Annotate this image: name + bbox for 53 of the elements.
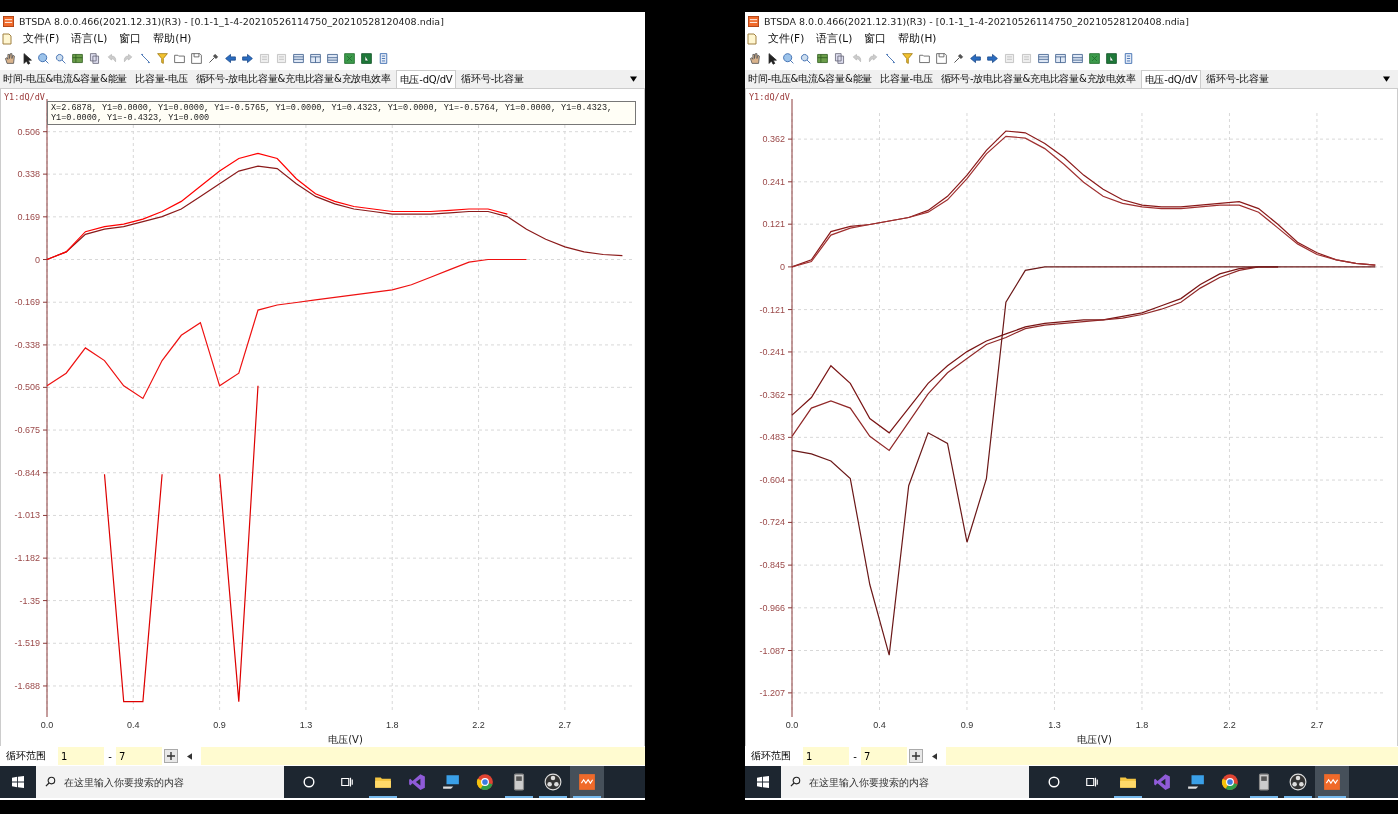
axis-tick-label: -0.966 (759, 602, 785, 613)
axis-title: 电压(V) (328, 734, 363, 745)
axis-tick-label: 0.0 (785, 720, 799, 730)
axis-tick-label: 0.362 (762, 134, 785, 145)
range-label: 循环范围 (5, 749, 47, 763)
axis-tick-label: -0.483 (759, 432, 785, 443)
axis-tick-label: 0 (780, 261, 785, 272)
axis-tick-label: -0.121 (759, 304, 785, 315)
axis-tick-label: 0.0 (40, 720, 54, 730)
axis-tick-label: 2.2 (472, 720, 485, 730)
axis-tick-label: -1.35 (19, 595, 40, 606)
axis-tick-label: -0.604 (759, 475, 785, 486)
axis-tick-label: -1.182 (14, 553, 40, 564)
axis-tick-label: -0.845 (759, 560, 785, 571)
axis-tick-label: 1.3 (1048, 720, 1061, 730)
axis-tick-label: 0.9 (960, 720, 974, 730)
axis-tick-label: -0.844 (14, 467, 40, 478)
axis-tick-label: 1.8 (1135, 720, 1149, 730)
window-title: BTSDA 8.0.0.466(2021.12.31)(R3) - [0.1-1_1-4-20210526114750_20210528120408.ndia] (764, 15, 1189, 27)
axis-title: Y1:dQ/dV (4, 92, 45, 102)
axis-tick-label: -1.013 (14, 510, 40, 521)
axis-tick-label: 0.338 (17, 169, 40, 180)
axis-tick-label: 0 (35, 254, 40, 265)
range-label: 循环范围 (750, 749, 792, 763)
axis-tick-label: -0.675 (14, 425, 40, 436)
axis-tick-label: -0.362 (759, 389, 785, 400)
axis-tick-label: -0.169 (14, 297, 40, 308)
axis-tick-label: -0.724 (759, 517, 785, 528)
axis-title: 电压(V) (1077, 734, 1112, 745)
axis-tick-label: -0.506 (14, 382, 40, 393)
axis-tick-label: -1.688 (14, 680, 40, 691)
window-title: BTSDA 8.0.0.466(2021.12.31)(R3) - [0.1-1_1-4-20210526114750_20210528120408.ndia] (19, 15, 444, 27)
axis-tick-label: 2.7 (558, 720, 572, 730)
axis-tick-label: -0.241 (759, 346, 785, 357)
axis-tick-label: 0.4 (127, 720, 140, 730)
axis-tick-label: 0.4 (873, 720, 886, 730)
cursor-readout: X=2.6878, Y1=0.0000, Y1=0.0000, Y1=-0.5765, Y1=0.0000, Y1=0.4323, Y1=0.0000, Y1=-0.5764, Y1=0.0000, Y1=0.4323, Y1=0.0000, Y1=-0.4323, Y1=0.000 (47, 101, 636, 125)
axis-tick-label: -1.519 (14, 638, 40, 649)
axis-tick-label: 1.8 (386, 720, 399, 730)
axis-tick-label: 1.3 (299, 720, 313, 730)
axis-tick-label: -1.087 (759, 645, 785, 656)
axis-tick-label: 0.169 (17, 211, 40, 222)
axis-tick-label: 2.2 (1223, 720, 1236, 730)
range-separator: - (852, 750, 858, 762)
axis-tick-label: 0.121 (762, 219, 785, 230)
axis-tick-label: -0.338 (14, 339, 40, 350)
axis-tick-label: 0.506 (17, 126, 40, 137)
axis-title: Y1:dQ/dV (749, 92, 790, 102)
range-separator: - (107, 750, 113, 762)
axis-tick-label: 0.241 (762, 176, 785, 187)
axis-tick-label: 0.9 (213, 720, 226, 730)
axis-tick-label: -1.207 (759, 687, 785, 698)
axis-tick-label: 2.7 (1310, 720, 1324, 730)
